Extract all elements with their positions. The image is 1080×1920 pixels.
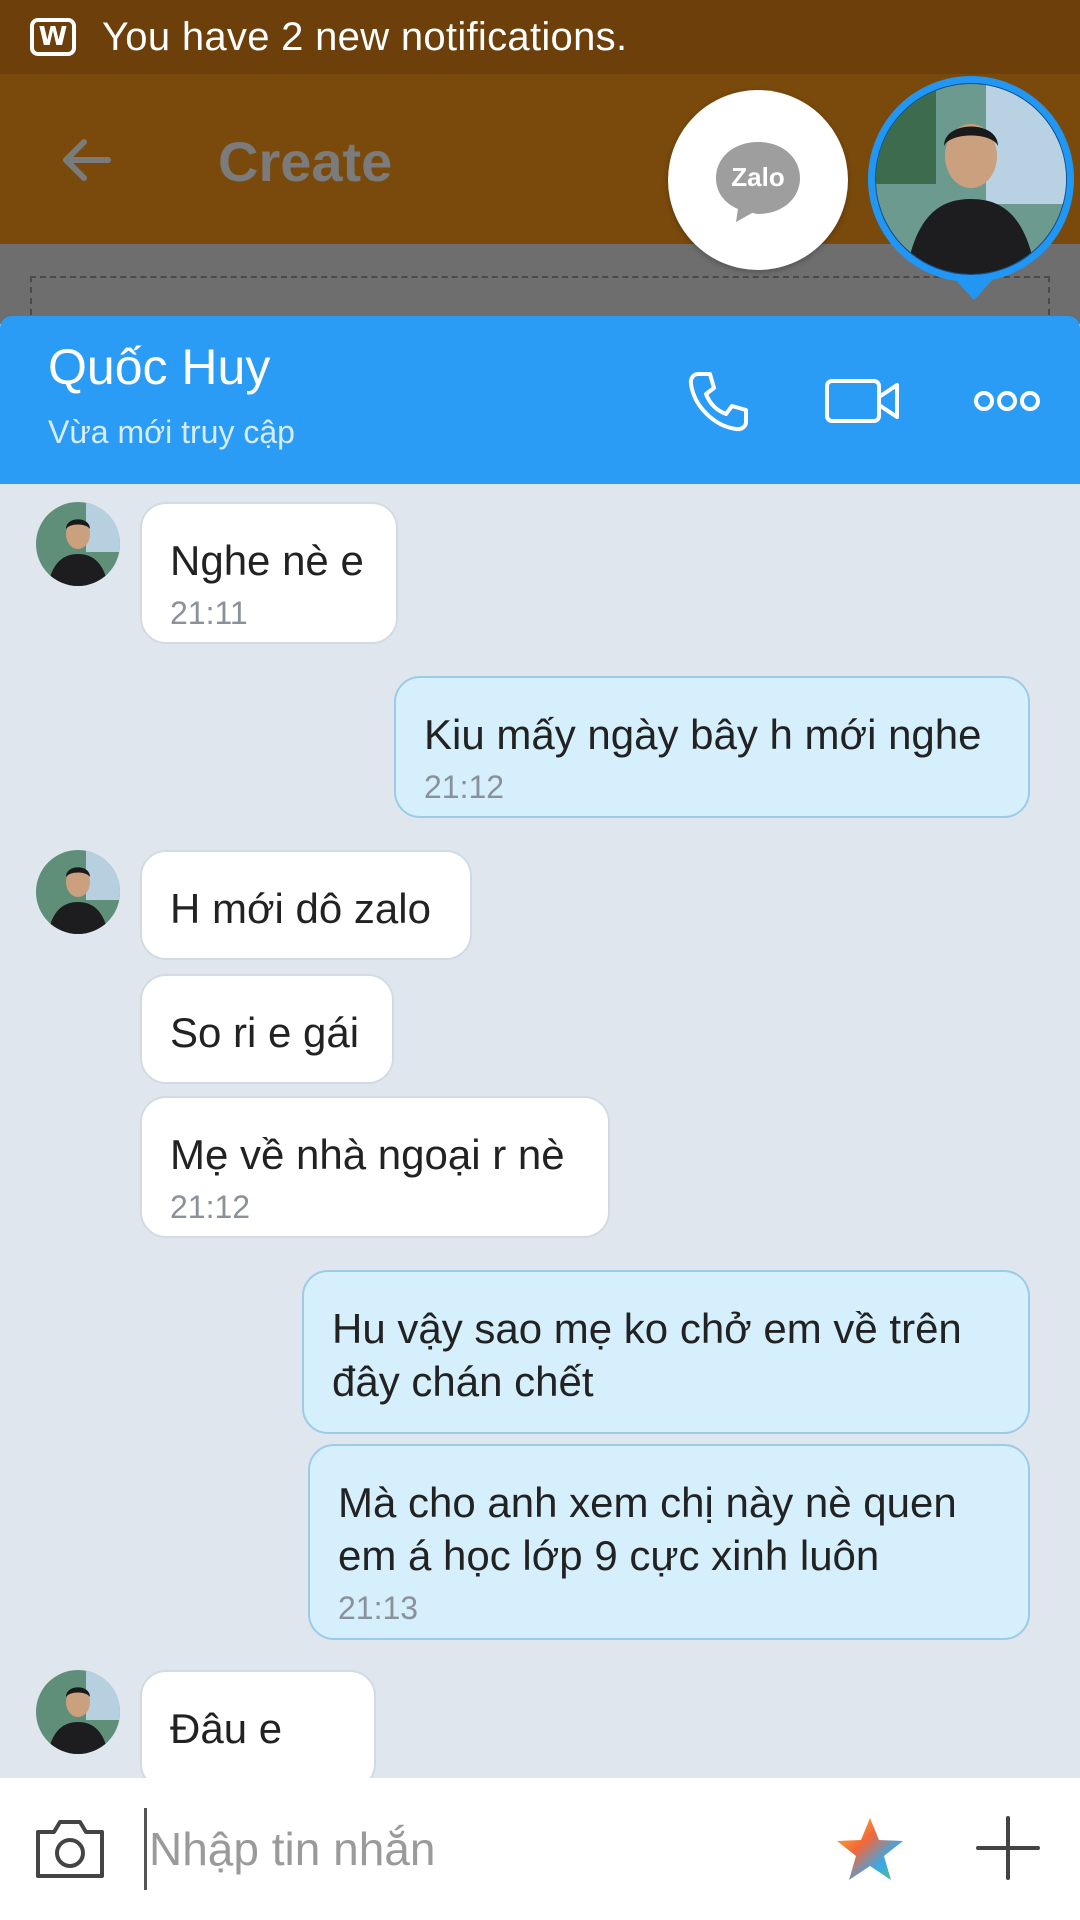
- message-bubble[interactable]: Nghe nè e 21:11: [140, 502, 398, 644]
- chat-header: Quốc Huy Vừa mới truy cập: [0, 316, 1080, 484]
- contact-name: Quốc Huy: [48, 339, 271, 395]
- message-bubble[interactable]: So ri e gái: [140, 974, 394, 1084]
- notification-bar[interactable]: W You have 2 new notifications.: [0, 0, 1080, 74]
- call-button[interactable]: [674, 356, 764, 446]
- message-time: 21:13: [338, 1590, 419, 1626]
- phone-icon: [688, 372, 748, 432]
- sticker-star-icon[interactable]: [830, 1810, 910, 1890]
- camera-icon[interactable]: [30, 1814, 110, 1884]
- video-call-button[interactable]: [818, 356, 908, 446]
- notification-text: You have 2 new notifications.: [102, 14, 628, 59]
- wattpad-w-icon: W: [30, 18, 76, 56]
- plus-icon[interactable]: [968, 1808, 1048, 1888]
- message-list[interactable]: Nghe nè e 21:11 Kiu mấy ngày bây h mới n…: [0, 484, 1080, 1778]
- message-time: 21:12: [170, 1189, 251, 1225]
- message-bubble[interactable]: Kiu mấy ngày bây h mới nghe 21:12: [394, 676, 1030, 818]
- avatar: [876, 84, 1066, 274]
- avatar-image: [36, 850, 120, 934]
- message-time: 21:12: [424, 769, 505, 805]
- underlying-app-title: Create: [218, 130, 393, 193]
- message-text: đây chán chết: [332, 1358, 594, 1405]
- zalo-chat-head[interactable]: Zalo: [668, 90, 848, 270]
- more-options-button[interactable]: [962, 356, 1052, 446]
- contact-status: Vừa mới truy cập: [48, 414, 295, 450]
- message-bubble[interactable]: Đâu e: [140, 1670, 376, 1778]
- avatar[interactable]: [36, 850, 120, 934]
- avatar-image: [36, 1670, 120, 1754]
- arrow-left-icon[interactable]: [58, 132, 114, 188]
- message-text: Mà cho anh xem chị này nè quen: [338, 1479, 957, 1526]
- message-input-bar: [0, 1778, 1080, 1920]
- message-text: Nghe nè e: [170, 537, 364, 584]
- message-time: 21:11: [170, 595, 248, 631]
- message-bubble[interactable]: Hu vậy sao mẹ ko chở em về trên đây chán…: [302, 1270, 1030, 1434]
- chat-head-pointer: [952, 276, 996, 300]
- message-text: H mới dô zalo: [170, 885, 431, 932]
- avatar[interactable]: [36, 502, 120, 586]
- message-text: So ri e gái: [170, 1009, 360, 1056]
- zalo-logo-icon: Zalo: [716, 142, 800, 222]
- message-text: Kiu mấy ngày bây h mới nghe: [424, 711, 982, 758]
- video-camera-icon: [825, 379, 899, 423]
- message-bubble[interactable]: Mà cho anh xem chị này nè quen em á học …: [308, 1444, 1030, 1640]
- message-input[interactable]: [144, 1808, 804, 1890]
- message-text: em á học lớp 9 cực xinh luôn: [338, 1532, 880, 1579]
- zalo-label: Zalo: [731, 162, 784, 192]
- avatar[interactable]: [36, 1670, 120, 1754]
- message-text: Mẹ về nhà ngoại r nè: [170, 1131, 565, 1178]
- message-text: Đâu e: [170, 1705, 283, 1752]
- message-text: Hu vậy sao mẹ ko chở em về trên: [332, 1305, 962, 1352]
- contact-chat-head-avatar[interactable]: [868, 76, 1074, 282]
- more-dots-icon: [974, 391, 1040, 411]
- avatar-image: [36, 502, 120, 586]
- message-bubble[interactable]: Mẹ về nhà ngoại r nè 21:12: [140, 1096, 610, 1238]
- message-bubble[interactable]: H mới dô zalo: [140, 850, 472, 960]
